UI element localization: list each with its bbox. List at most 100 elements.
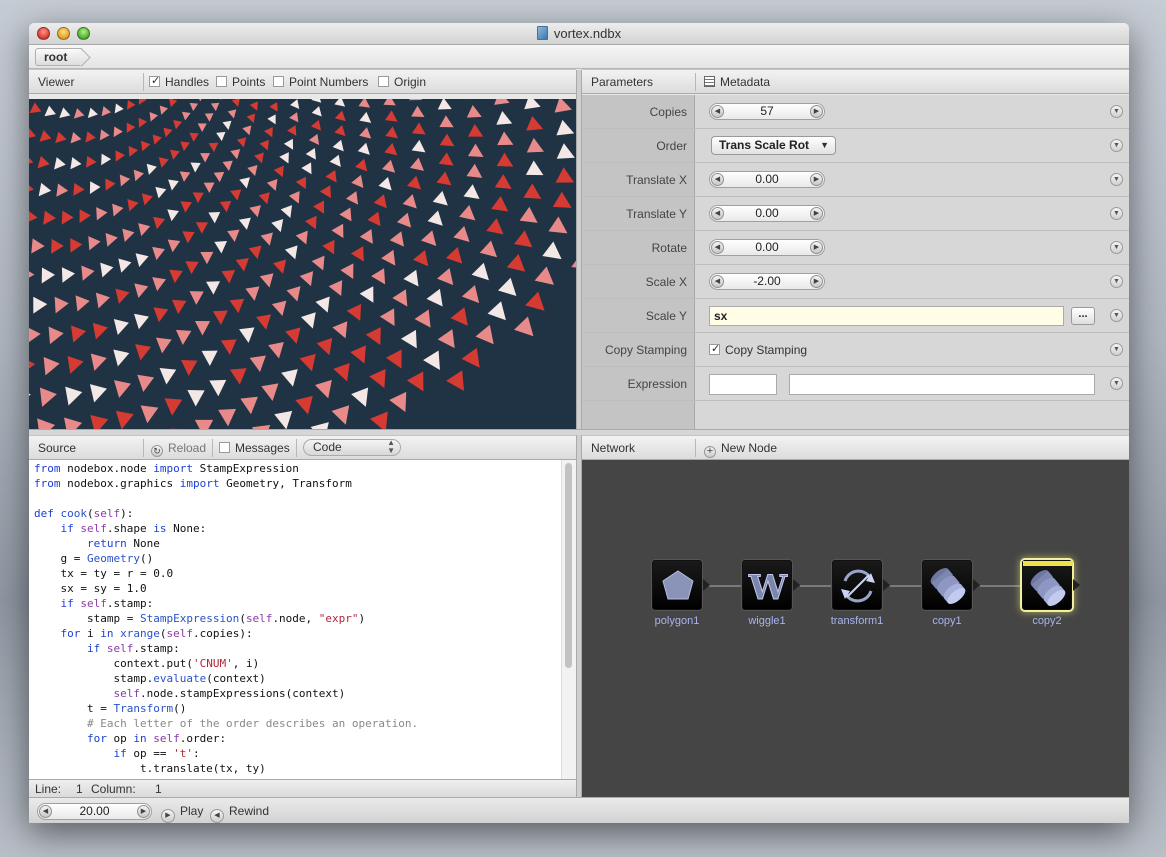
translate-x-value[interactable]: 0.00	[755, 172, 778, 186]
increment-icon[interactable]: ▶	[810, 241, 823, 254]
reload-button[interactable]: ↻ Reload	[151, 441, 206, 457]
frame-value[interactable]: 20.00	[79, 804, 109, 818]
vortex-triangle	[127, 198, 139, 212]
expression-editor-button[interactable]: ...	[1071, 307, 1095, 325]
code-scrollbar[interactable]	[561, 460, 576, 779]
decrement-icon[interactable]: ◀	[711, 241, 724, 254]
expression-value-field[interactable]	[789, 374, 1095, 395]
origin-checkbox[interactable]	[378, 76, 389, 87]
node-wiggle1[interactable]: W	[742, 560, 800, 610]
translate-y-spinner[interactable]: ◀ 0.00 ▶	[709, 205, 825, 222]
metadata-button[interactable]: Metadata	[704, 75, 770, 89]
viewer-canvas[interactable]	[29, 99, 576, 429]
increment-icon[interactable]: ▶	[810, 207, 823, 220]
increment-icon[interactable]: ▶	[810, 173, 823, 186]
breadcrumb-root[interactable]: root	[35, 48, 83, 66]
vortex-triangle	[126, 122, 136, 133]
param-menu-icon[interactable]: ▼	[1110, 275, 1123, 288]
vortex-triangle	[264, 127, 273, 138]
copy-stamping-checkbox[interactable]	[709, 342, 720, 355]
scale-y-expression-field[interactable]: sx	[709, 306, 1064, 326]
vortex-triangle	[64, 417, 83, 429]
param-menu-icon[interactable]: ▼	[1110, 343, 1123, 356]
vortex-triangle	[137, 374, 155, 392]
point-numbers-checkbox[interactable]	[273, 76, 284, 87]
points-toggle[interactable]: Points	[216, 75, 265, 89]
param-menu-icon[interactable]: ▼	[1110, 309, 1123, 322]
scale-x-value[interactable]: -2.00	[753, 274, 780, 288]
scrollbar-thumb[interactable]	[565, 463, 572, 668]
decrement-icon[interactable]: ◀	[711, 207, 724, 220]
copies-spinner[interactable]: ◀ 57 ▶	[709, 103, 825, 120]
copy-stamping-toggle[interactable]: Copy Stamping	[709, 342, 807, 357]
param-menu-icon[interactable]: ▼	[1110, 173, 1123, 186]
code-text[interactable]: from nodebox.node import StampExpression…	[34, 461, 418, 779]
param-menu-icon[interactable]: ▼	[1110, 207, 1123, 220]
point-numbers-toggle[interactable]: Point Numbers	[273, 75, 368, 89]
vortex-triangle	[466, 163, 483, 178]
handles-checkbox[interactable]	[149, 74, 160, 87]
messages-toggle[interactable]: Messages	[219, 441, 290, 455]
origin-toggle[interactable]: Origin	[378, 75, 426, 89]
increment-icon[interactable]: ▶	[810, 275, 823, 288]
rotate-spinner[interactable]: ◀ 0.00 ▶	[709, 239, 825, 256]
expression-key-field[interactable]	[709, 374, 777, 395]
increment-icon[interactable]: ▶	[810, 105, 823, 118]
output-port[interactable]	[973, 579, 980, 591]
scale-x-spinner[interactable]: ◀ -2.00 ▶	[709, 273, 825, 290]
vortex-triangle	[90, 414, 109, 429]
vortex-triangle	[229, 298, 245, 314]
param-menu-icon[interactable]: ▼	[1110, 139, 1123, 152]
handles-toggle[interactable]: Handles	[149, 74, 209, 89]
vortex-triangle	[70, 238, 83, 253]
vortex-triangle	[383, 99, 396, 106]
output-port[interactable]	[1073, 579, 1080, 591]
vortex-triangle	[48, 326, 64, 345]
copies-value[interactable]: 57	[760, 104, 773, 118]
vortex-triangle	[315, 296, 330, 313]
param-row-copy-stamping: Copy Stamping Copy Stamping ▼	[582, 333, 1129, 367]
updown-chevron-icon: ▲ ▼	[387, 438, 395, 455]
play-button[interactable]: ▶ Play	[161, 804, 203, 823]
node-transform1[interactable]	[832, 560, 890, 610]
output-port[interactable]	[883, 579, 890, 591]
vortex-triangle	[288, 191, 300, 204]
vortex-triangle	[406, 175, 422, 190]
vortex-triangle	[534, 266, 554, 285]
code-editor[interactable]: from nodebox.node import StampExpression…	[29, 460, 576, 779]
vortex-triangle	[153, 216, 166, 230]
param-menu-icon[interactable]: ▼	[1110, 241, 1123, 254]
translate-x-spinner[interactable]: ◀ 0.00 ▶	[709, 171, 825, 188]
vortex-triangle	[95, 292, 110, 309]
vortex-triangle	[114, 103, 124, 114]
frame-spinner[interactable]: ◀ 20.00 ▶	[37, 803, 152, 820]
source-mode-select[interactable]: Code ▲ ▼	[303, 439, 401, 456]
decrement-icon[interactable]: ◀	[711, 105, 724, 118]
new-node-button[interactable]: + New Node	[704, 441, 777, 458]
vortex-triangle	[209, 379, 227, 397]
vortex-triangle	[158, 157, 169, 168]
network-canvas[interactable]: polygon1 W wiggle1 transform1 copy1 copy…	[582, 460, 1129, 797]
rotate-value[interactable]: 0.00	[755, 240, 778, 254]
param-menu-icon[interactable]: ▼	[1110, 105, 1123, 118]
param-menu-icon[interactable]: ▼	[1110, 377, 1123, 390]
title-bar[interactable]: vortex.ndbx	[29, 23, 1129, 45]
vortex-triangle	[269, 101, 278, 112]
decrement-icon[interactable]: ◀	[39, 805, 52, 818]
translate-y-value[interactable]: 0.00	[755, 206, 778, 220]
output-port[interactable]	[793, 579, 800, 591]
decrement-icon[interactable]: ◀	[711, 173, 724, 186]
node-copy2-selected[interactable]	[1022, 560, 1080, 610]
vortex-triangle	[333, 363, 350, 382]
order-select[interactable]: Trans Scale Rot ▼	[711, 136, 836, 155]
vortex-triangle	[289, 112, 299, 123]
node-polygon1[interactable]	[652, 560, 710, 610]
node-copy1[interactable]	[922, 560, 980, 610]
messages-checkbox[interactable]	[219, 442, 230, 453]
vortex-triangle	[345, 191, 359, 205]
decrement-icon[interactable]: ◀	[711, 275, 724, 288]
increment-icon[interactable]: ▶	[137, 805, 150, 818]
points-checkbox[interactable]	[216, 76, 227, 87]
output-port[interactable]	[703, 579, 710, 591]
rewind-button[interactable]: ◀ Rewind	[210, 804, 269, 823]
